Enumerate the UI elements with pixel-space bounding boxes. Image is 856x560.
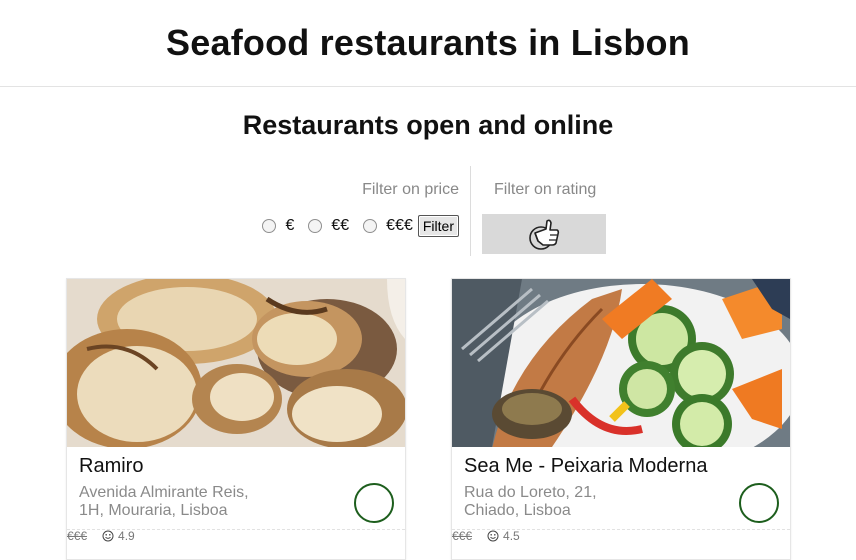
restaurant-card[interactable]: Sea Me - Peixaria Moderna Rua do Loreto,… bbox=[451, 278, 791, 560]
restaurant-info: Ramiro Avenida Almirante Reis, 1H, Moura… bbox=[67, 447, 405, 530]
smiley-icon bbox=[102, 530, 114, 542]
page-header: Seafood restaurants in Lisbon bbox=[0, 0, 856, 87]
price-option-1-label: € bbox=[285, 217, 295, 234]
filter-divider bbox=[470, 166, 471, 256]
filter-button[interactable]: Filter bbox=[417, 215, 459, 237]
restaurant-card[interactable]: Ramiro Avenida Almirante Reis, 1H, Moura… bbox=[66, 278, 406, 560]
address-line-2: 1H, Mouraria, Lisboa bbox=[79, 502, 228, 519]
restaurant-photo-fish bbox=[452, 279, 790, 447]
filter-bar: Filter on price € €€ €€€ Filter Filter o… bbox=[0, 166, 856, 256]
price-radio-3[interactable] bbox=[363, 219, 378, 233]
price-option-3-label: €€€ bbox=[386, 217, 413, 234]
price-radio-2[interactable] bbox=[308, 219, 323, 233]
rating-filter-label: Filter on rating bbox=[494, 181, 597, 198]
restaurant-rating: 4.5 bbox=[503, 529, 520, 543]
price-filter-label: Filter on price bbox=[362, 181, 459, 198]
rating-filter-button[interactable] bbox=[482, 214, 606, 254]
restaurant-meta: €€€ 4.9 bbox=[67, 529, 135, 543]
page-title: Seafood restaurants in Lisbon bbox=[166, 22, 690, 63]
address-line-2: Chiado, Lisboa bbox=[464, 502, 571, 519]
restaurant-meta: €€€ 4.5 bbox=[452, 529, 520, 543]
smiley-icon bbox=[487, 530, 499, 542]
section-subtitle: Restaurants open and online bbox=[242, 110, 614, 140]
address-line-1: Rua do Loreto, 21, bbox=[464, 484, 597, 501]
restaurant-info: Sea Me - Peixaria Moderna Rua do Loreto,… bbox=[452, 447, 790, 530]
restaurant-name[interactable]: Sea Me - Peixaria Moderna bbox=[464, 455, 707, 478]
restaurant-rating: 4.9 bbox=[118, 529, 135, 543]
status-circle bbox=[739, 483, 779, 523]
restaurant-price: €€€ bbox=[67, 529, 88, 543]
thumbs-up-icon bbox=[529, 219, 560, 250]
price-filter-options: € €€ €€€ Filter bbox=[262, 215, 459, 237]
address-line-1: Avenida Almirante Reis, bbox=[79, 484, 249, 501]
restaurant-address: Avenida Almirante Reis, 1H, Mouraria, Li… bbox=[79, 484, 309, 520]
price-option-2-label: €€ bbox=[331, 217, 350, 234]
price-radio-1[interactable] bbox=[262, 219, 277, 233]
restaurant-address: Rua do Loreto, 21, Chiado, Lisboa bbox=[464, 484, 694, 520]
status-circle bbox=[354, 483, 394, 523]
restaurant-photo-bread bbox=[67, 279, 405, 447]
restaurant-price: €€€ bbox=[452, 529, 473, 543]
restaurant-name[interactable]: Ramiro bbox=[79, 455, 143, 478]
